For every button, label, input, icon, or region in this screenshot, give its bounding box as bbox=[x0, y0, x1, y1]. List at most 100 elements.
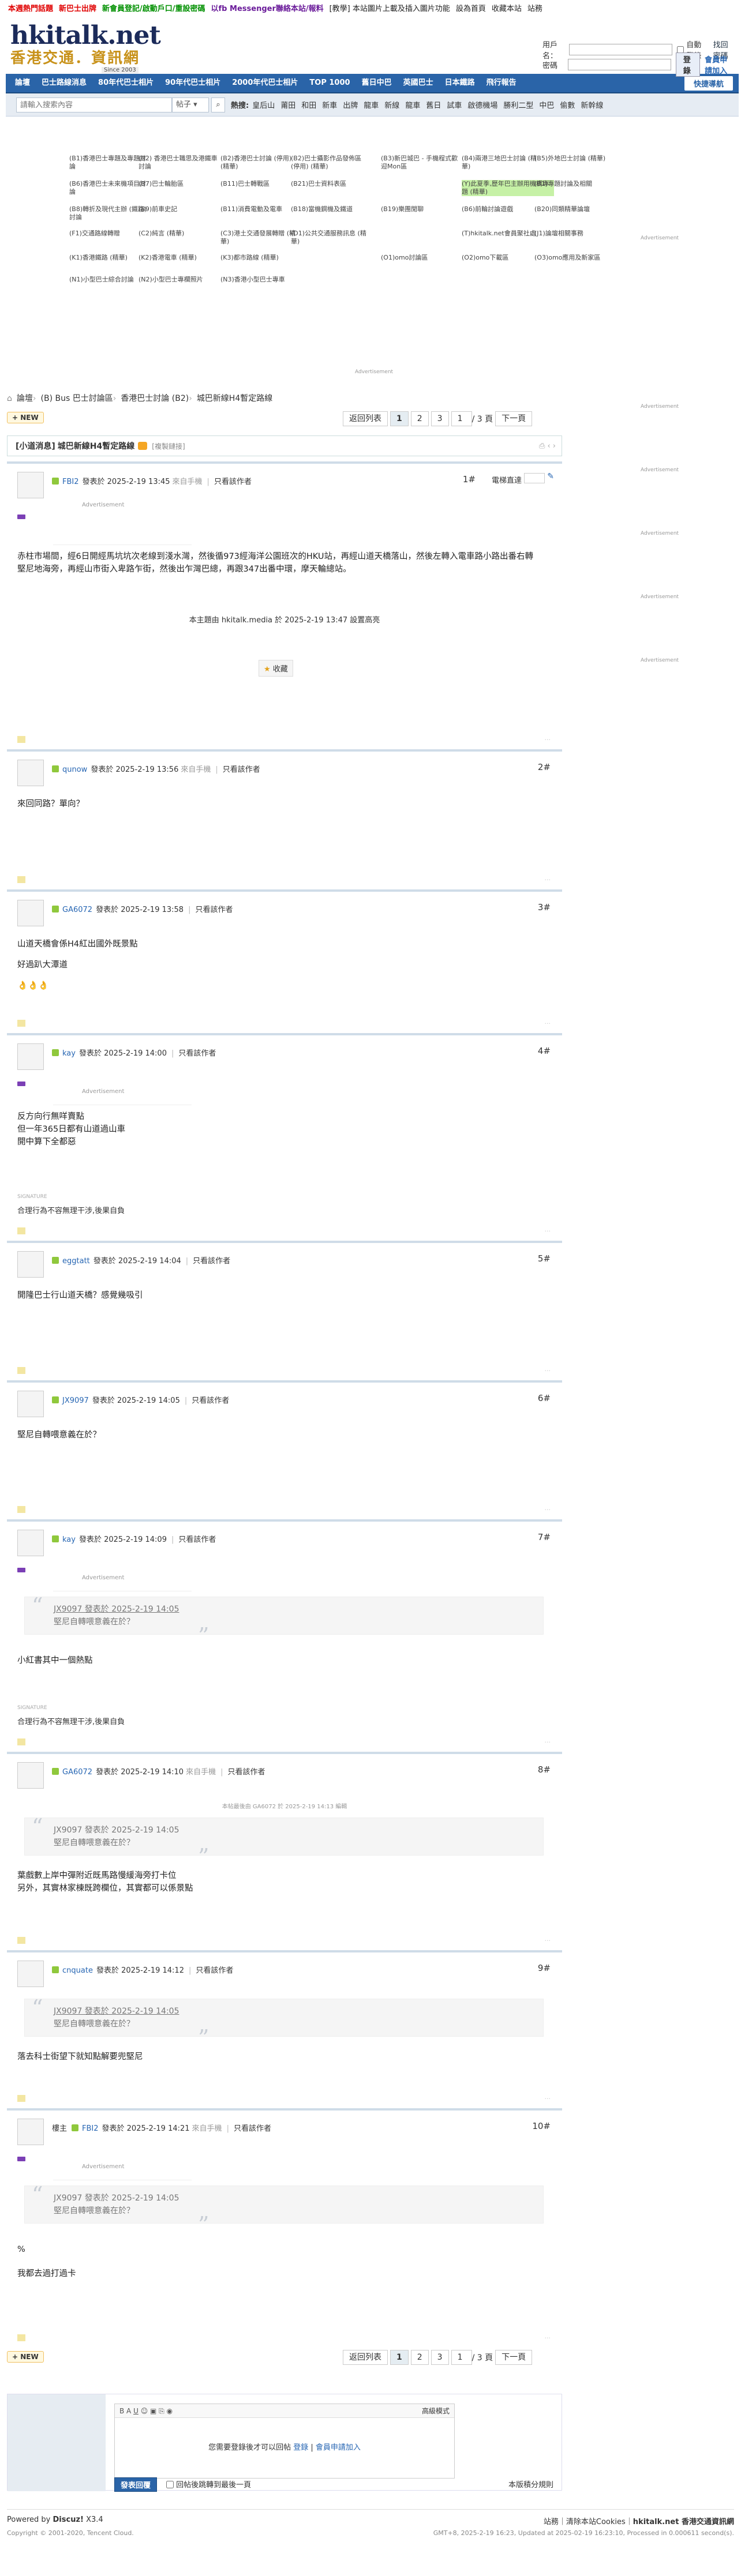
favorite-button[interactable]: ★ 收藏 bbox=[259, 660, 293, 677]
forum-link[interactable]: (B7)巴士輪胎區 bbox=[139, 180, 219, 188]
forum-link[interactable]: (B11)巴士轉戰區 bbox=[220, 180, 301, 188]
nav-item[interactable]: 90年代巴士相片 bbox=[159, 73, 226, 93]
reply-icon[interactable] bbox=[17, 2095, 25, 2102]
reply-register-link[interactable]: 會員申請加入 bbox=[316, 2443, 361, 2452]
hot-search-word[interactable]: 出牌 bbox=[343, 102, 358, 110]
avatar[interactable] bbox=[17, 760, 44, 786]
forum-link[interactable]: (B20)同類精華論壇 bbox=[534, 205, 615, 213]
only-author-link[interactable]: 只看該作者 bbox=[193, 1257, 230, 1266]
forum-link[interactable]: (O2)omo下載區 bbox=[462, 254, 542, 262]
hot-search-word[interactable]: 勝利二型 bbox=[503, 102, 533, 110]
nav-item[interactable]: 2000年代巴士相片 bbox=[226, 73, 304, 93]
forum-link[interactable]: (B18)當機鋼機及鐵道 bbox=[291, 205, 372, 213]
breadcrumb-item[interactable]: 城巴新線H4暫定路線 bbox=[197, 394, 272, 403]
nav-item[interactable]: 80年代巴士相片 bbox=[92, 73, 159, 93]
avatar[interactable] bbox=[17, 1530, 44, 1556]
footer-site-name[interactable]: hkitalk.net 香港交通資訊網 bbox=[633, 2518, 734, 2526]
forum-link[interactable]: (T)hkitalk.net會員聚社處 bbox=[462, 230, 542, 238]
report-link[interactable]: ··· bbox=[545, 1738, 551, 1746]
forum-link[interactable]: (C2)純言 (精華) bbox=[139, 230, 219, 238]
forum-link[interactable]: (D1)公共交通服務訊息 (精華) bbox=[291, 230, 372, 246]
forum-link[interactable]: (K2)香港電車 (精華) bbox=[139, 254, 219, 262]
only-author-link[interactable]: 只看該作者 bbox=[178, 1535, 216, 1544]
avatar[interactable] bbox=[17, 2119, 44, 2145]
discuz-link[interactable]: Discuz! bbox=[53, 2515, 84, 2524]
post-reply-button[interactable]: 發表回覆 bbox=[114, 2477, 158, 2492]
forum-link[interactable]: (K3)都市路線 (精華) bbox=[220, 254, 301, 262]
forum-link[interactable]: (O1)omo討論區 bbox=[381, 254, 462, 262]
forum-link[interactable]: (N3)香港小型巴士專車 bbox=[220, 276, 301, 284]
forum-link[interactable]: (J1)論壇相關事務 bbox=[534, 230, 615, 238]
post-author[interactable]: cnquate bbox=[62, 1966, 93, 1975]
nav-item[interactable]: 論壇 bbox=[9, 73, 36, 93]
reply-icon[interactable] bbox=[17, 1020, 25, 1027]
quote-author[interactable]: JX9097 發表於 2025-2-19 14:05 bbox=[54, 1824, 532, 1837]
post-floor[interactable]: 7# bbox=[538, 1532, 551, 1542]
report-link[interactable]: ··· bbox=[545, 1227, 551, 1235]
forum-link[interactable]: (B4)兩港三地巴士討論 (精華) bbox=[462, 155, 542, 171]
reply-icon[interactable] bbox=[17, 1367, 25, 1374]
report-link[interactable]: ··· bbox=[545, 736, 551, 743]
credit-rules-link[interactable]: 本版積分規則 bbox=[508, 2479, 553, 2489]
new-thread-button[interactable]: + NEW bbox=[7, 412, 44, 423]
page-link[interactable]: 2 bbox=[410, 411, 429, 426]
reply-icon[interactable] bbox=[17, 1738, 25, 1745]
breadcrumb-item[interactable]: 香港巴士討論 (B2) bbox=[121, 394, 189, 403]
forum-link[interactable]: (B5)外地巴士討論 (精華) bbox=[534, 155, 615, 163]
forum-link[interactable]: (B8)轉折及現代主辦 (鐵路) 討論 bbox=[69, 205, 150, 221]
reply-icon[interactable] bbox=[17, 1227, 25, 1234]
nav-item[interactable]: 巴士路線消息 bbox=[36, 73, 92, 93]
hot-search-word[interactable]: 龍車 bbox=[364, 102, 379, 110]
copy-link[interactable]: [複製鏈接] bbox=[152, 441, 185, 451]
post-author[interactable]: kay bbox=[62, 1049, 76, 1058]
password-input[interactable] bbox=[567, 59, 671, 70]
thread-prefix[interactable]: [小道消息] bbox=[16, 440, 55, 452]
hot-search-word[interactable]: 啟德機場 bbox=[467, 102, 497, 110]
forum-link[interactable]: (N1)小型巴士綜合討論 bbox=[69, 276, 150, 284]
report-link[interactable]: ··· bbox=[545, 1367, 551, 1375]
nav-item[interactable]: 飛行報告 bbox=[481, 73, 522, 93]
forum-link[interactable]: (B1)專題討論及相關 bbox=[534, 180, 615, 188]
reply-icon[interactable] bbox=[17, 1506, 25, 1513]
nav-item[interactable]: 日本鐵路 bbox=[439, 73, 481, 93]
avatar[interactable] bbox=[17, 1961, 44, 1987]
post-floor[interactable]: 6# bbox=[538, 1393, 551, 1403]
post-floor[interactable]: 2# bbox=[538, 762, 551, 772]
register-link[interactable]: 會員申請加入 bbox=[705, 54, 733, 76]
nav-item[interactable]: 舊日中巴 bbox=[356, 73, 398, 93]
new-thread-button-bottom[interactable]: + NEW bbox=[7, 2351, 44, 2363]
only-author-link[interactable]: 只看該作者 bbox=[196, 1966, 233, 1975]
hot-search-word[interactable]: 偷數 bbox=[560, 102, 575, 110]
forum-link[interactable]: (K1)香港鐵路 (精華) bbox=[69, 254, 150, 262]
page-jump-input[interactable]: 1 bbox=[451, 2350, 472, 2365]
post-floor[interactable]: 3# bbox=[538, 902, 551, 913]
page-link[interactable]: 3 bbox=[431, 411, 449, 426]
only-author-link[interactable]: 只看該作者 bbox=[223, 765, 260, 774]
page-link[interactable]: 1 bbox=[390, 411, 409, 426]
only-author-link[interactable]: 只看該作者 bbox=[195, 906, 233, 914]
forum-link[interactable]: (B6)香港巴士未來機項目討論 bbox=[69, 180, 150, 196]
advanced-mode-link[interactable]: 高級模式 bbox=[422, 2404, 450, 2418]
topbar-link[interactable]: [教學] 本站圖片上載及插入圖片功能 bbox=[330, 2, 450, 13]
page-link[interactable]: 2 bbox=[410, 2350, 429, 2365]
forum-link[interactable]: (B2) 香港巴士職思及港鐵車討論 bbox=[139, 155, 219, 171]
hot-search-word[interactable]: 舊日 bbox=[426, 102, 441, 110]
forum-link[interactable]: (C3)港土交通發展轉贈 (精華) bbox=[220, 230, 301, 246]
reply-icon[interactable] bbox=[17, 876, 25, 883]
hot-search-word[interactable]: 和田 bbox=[301, 102, 316, 110]
forum-link[interactable]: (B2)香港巴士討論 (停用) (精華) bbox=[220, 155, 301, 171]
avatar[interactable] bbox=[17, 1391, 44, 1417]
jump-last-page-option[interactable]: 回帖後跳轉到最後一頁 bbox=[166, 2479, 251, 2489]
post-author[interactable]: JX9097 bbox=[62, 1396, 89, 1405]
hot-search-word[interactable]: 新幹線 bbox=[581, 102, 603, 110]
home-icon[interactable]: ⌂ bbox=[7, 394, 12, 403]
post-floor[interactable]: 5# bbox=[538, 1253, 551, 1264]
post-author[interactable]: qunow bbox=[62, 765, 87, 774]
post-author[interactable]: GA6072 bbox=[62, 906, 92, 914]
reply-icon[interactable] bbox=[17, 1937, 25, 1944]
only-author-link[interactable]: 只看該作者 bbox=[227, 1768, 265, 1777]
only-author-link[interactable]: 只看該作者 bbox=[214, 478, 252, 486]
hot-search-word[interactable]: 莆田 bbox=[280, 102, 295, 110]
forum-link[interactable]: (B11)消費電動及電車 bbox=[220, 205, 301, 213]
hot-search-word[interactable]: 新線 bbox=[384, 102, 399, 110]
